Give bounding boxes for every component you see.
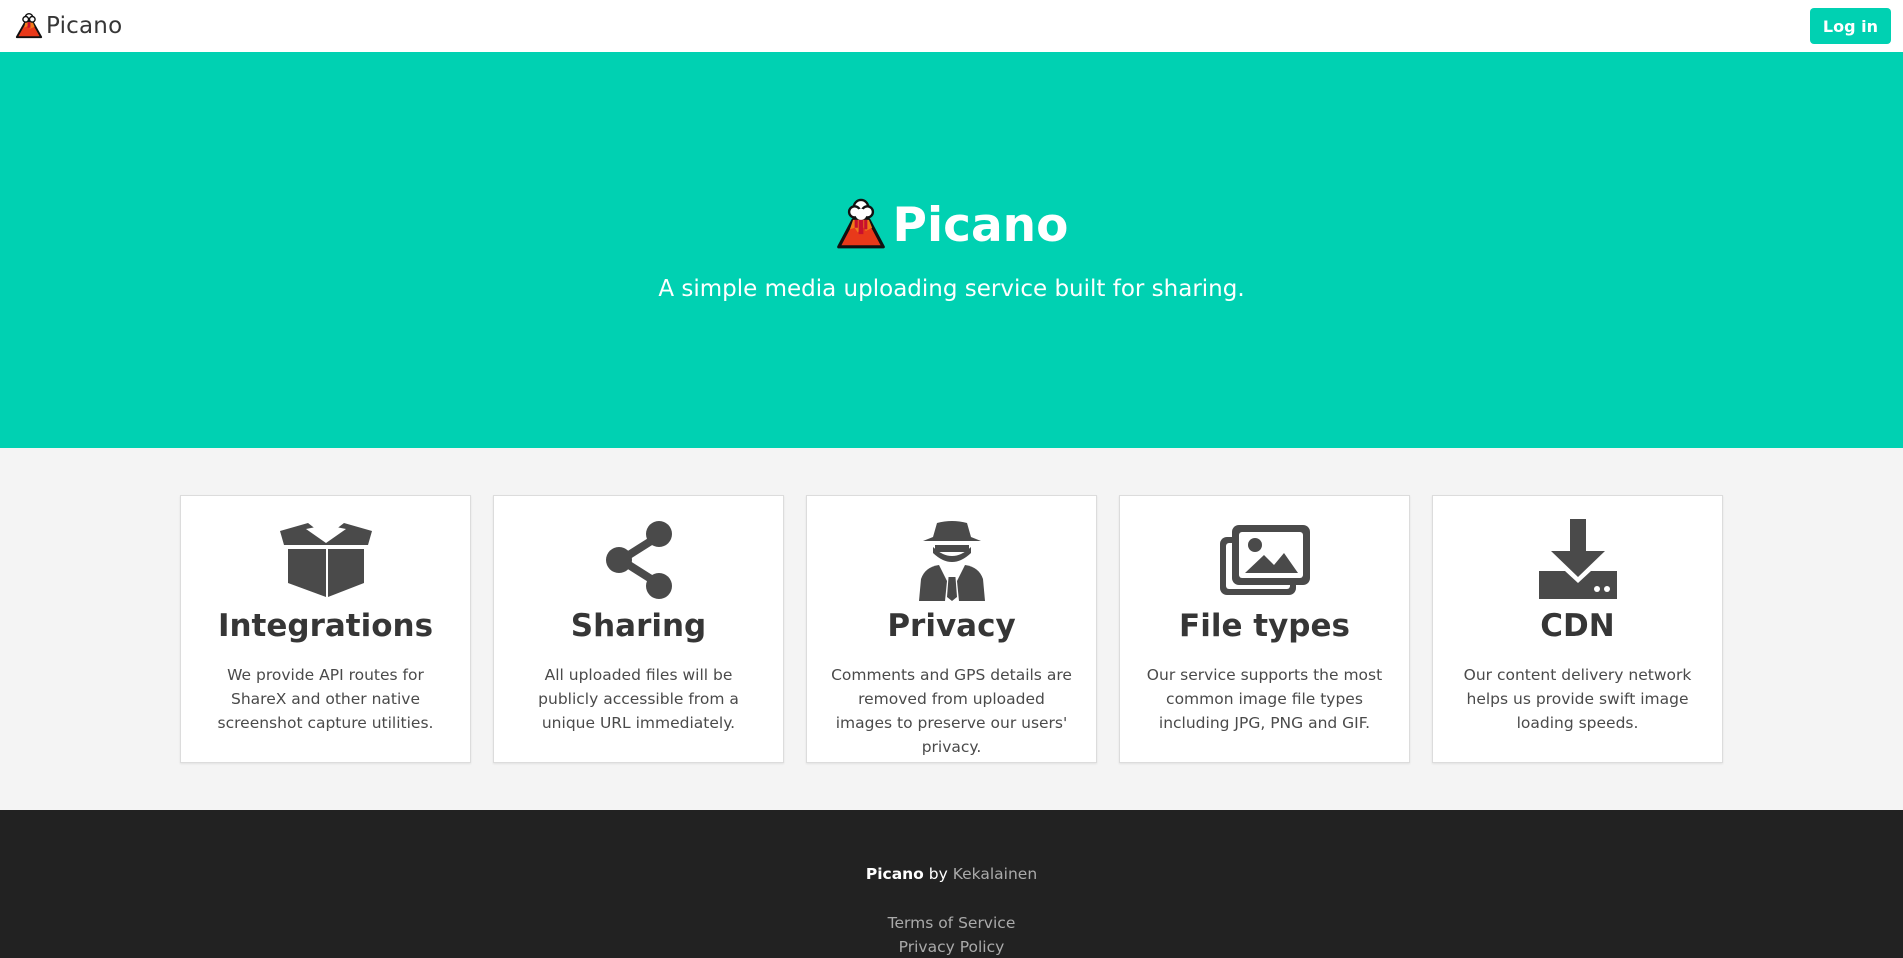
footer-credit: Picano by Kekalainen bbox=[866, 863, 1037, 885]
footer-by: by bbox=[928, 865, 953, 883]
footer-brand: Picano bbox=[865, 865, 924, 883]
footer-links: Terms of Service Privacy Policy bbox=[888, 911, 1016, 958]
volcano-logo-icon bbox=[14, 9, 44, 43]
feature-title: Integrations bbox=[217, 608, 434, 644]
user-secret-icon bbox=[915, 520, 989, 601]
privacy-policy-link[interactable]: Privacy Policy bbox=[899, 935, 1005, 958]
volcano-logo-icon bbox=[835, 196, 887, 254]
brand-name: Picano bbox=[46, 13, 123, 39]
download-icon bbox=[1537, 519, 1619, 600]
hero-title: Picano bbox=[892, 197, 1069, 253]
features-section: Integrations We provide API routes for S… bbox=[0, 448, 1903, 810]
feature-title: Sharing bbox=[570, 608, 707, 644]
feature-text: Comments and GPS details are removed fro… bbox=[831, 666, 1072, 757]
feature-card-file-types: File types Our service supports the most… bbox=[1119, 495, 1410, 763]
feature-text: Our service supports the most common ima… bbox=[1146, 666, 1383, 733]
feature-text: All uploaded files will be publicly acce… bbox=[538, 666, 739, 733]
feature-title: CDN bbox=[1540, 608, 1615, 644]
feature-title: Privacy bbox=[887, 608, 1016, 644]
images-icon bbox=[1218, 520, 1312, 600]
footer-author-link[interactable]: Kekalainen bbox=[953, 865, 1037, 883]
navbar-brand-link[interactable]: Picano bbox=[14, 9, 122, 43]
feature-card-privacy: Privacy Comments and GPS details are rem… bbox=[806, 495, 1097, 763]
feature-card-cdn: CDN Our content delivery network helps u… bbox=[1432, 495, 1723, 763]
login-button[interactable]: Log in bbox=[1809, 8, 1891, 44]
feature-title: File types bbox=[1179, 608, 1350, 644]
footer: Picano by Kekalainen Terms of Service Pr… bbox=[0, 810, 1903, 958]
terms-of-service-link[interactable]: Terms of Service bbox=[888, 911, 1016, 935]
hero-subtitle: A simple media uploading service built f… bbox=[658, 276, 1245, 302]
share-icon bbox=[603, 520, 675, 600]
feature-card-integrations: Integrations We provide API routes for S… bbox=[180, 495, 471, 763]
feature-text: Our content delivery network helps us pr… bbox=[1463, 666, 1692, 733]
hero-title-row: Picano bbox=[835, 196, 1069, 254]
feature-card-sharing: Sharing All uploaded files will be publi… bbox=[493, 495, 784, 763]
feature-text: We provide API routes for ShareX and oth… bbox=[217, 666, 434, 733]
box-open-icon bbox=[276, 520, 376, 600]
navbar: Picano Log in bbox=[0, 0, 1903, 52]
hero-section: Picano A simple media uploading service … bbox=[0, 52, 1903, 448]
